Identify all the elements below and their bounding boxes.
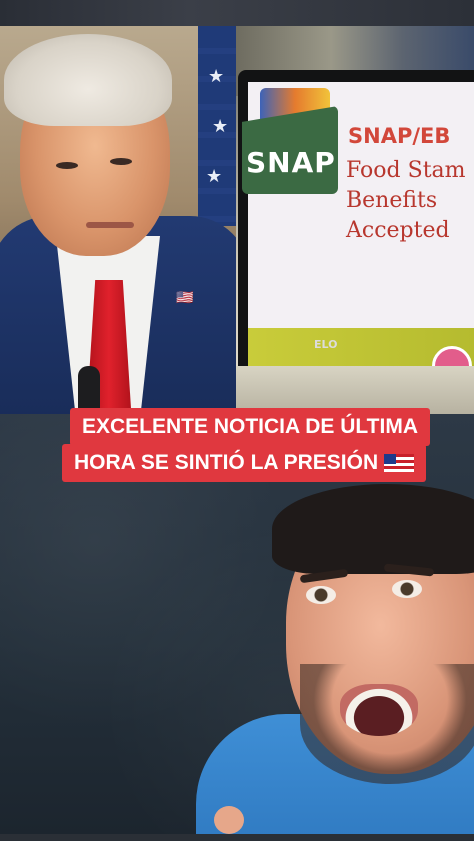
presenter-hair [272, 484, 474, 574]
headline-banner: EXCELENTE NOTICIA DE ÚLTIMA HORA SE SINT… [62, 408, 468, 482]
keyboard [236, 366, 474, 414]
headline-line-1-text: EXCELENTE NOTICIA DE ÚLTIMA [82, 415, 418, 438]
headline-line-2: HORA SE SINTIÓ LA PRESIÓN [62, 444, 427, 482]
microphone [78, 366, 100, 414]
bottom-strip [0, 834, 474, 841]
liberia-flag-icon [384, 454, 415, 472]
hair [4, 34, 172, 126]
eye [306, 586, 336, 604]
top-strip [0, 0, 474, 26]
photo-snap-monitor: SNAP SNAP/EB Food Stam Benefits Accepted… [236, 26, 474, 414]
headline-line-1: EXCELENTE NOTICIA DE ÚLTIMA [70, 408, 430, 446]
us-flag-background: ★ ★ ★ [198, 26, 236, 226]
snap-logo-text: SNAP [246, 146, 336, 179]
eye [392, 580, 422, 598]
flag-pin-icon: 🇺🇸 [176, 290, 194, 306]
star-icon: ★ [208, 66, 225, 87]
star-icon: ★ [212, 116, 229, 137]
screen-headline: SNAP/EB [348, 124, 451, 148]
headline-line-2-text: HORA SE SINTIÓ LA PRESIÓN [74, 451, 379, 474]
open-mouth [340, 684, 418, 736]
eye [56, 162, 78, 169]
star-icon: ★ [206, 166, 223, 187]
screen-body-text: Food Stam Benefits Accepted [346, 158, 466, 243]
eye [110, 158, 132, 165]
hand [214, 806, 244, 834]
mouth [86, 222, 134, 228]
monitor-brand: ELO [314, 338, 338, 351]
photo-politician: ★ ★ ★ 🇺🇸 [0, 26, 236, 414]
